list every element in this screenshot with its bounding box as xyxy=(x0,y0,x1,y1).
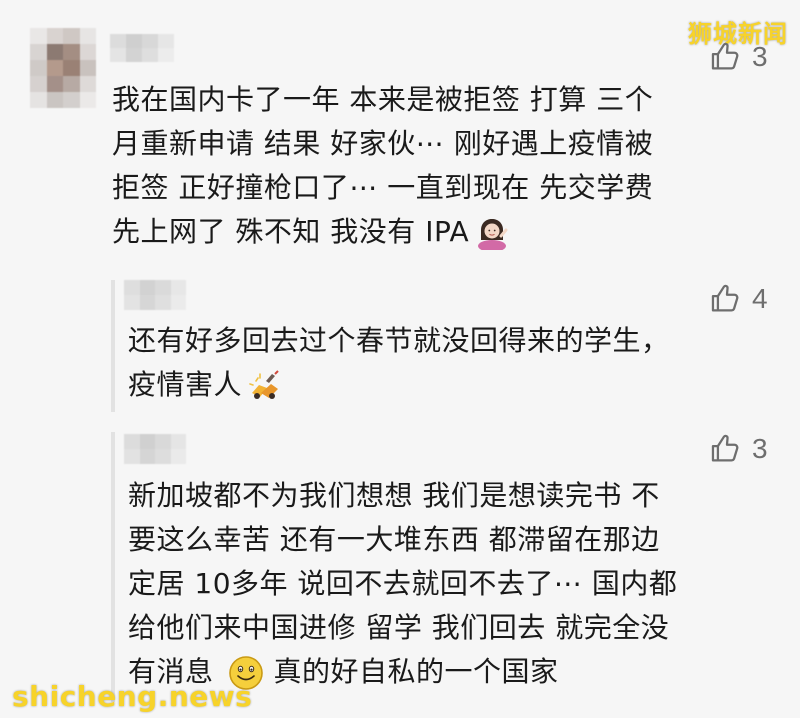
watermark-site: shicheng.news xyxy=(12,680,253,713)
reply-line: 给他们来中国进修 留学 我们回去 就完全没 xyxy=(128,611,670,644)
reply-indent-bar xyxy=(111,280,115,412)
bomb-emoji xyxy=(248,369,282,403)
like-count: 3 xyxy=(752,41,768,72)
like-count: 4 xyxy=(752,283,768,314)
reply-line: 新加坡都不为我们想想 我们是想读完书 不 xyxy=(128,479,660,512)
comment-line: 拒签 正好撞枪口了⋯ 一直到现在 先交学费 xyxy=(112,171,654,204)
reply-line: 还有好多回去过个春节就没回得来的学生， xyxy=(128,324,670,357)
like-button[interactable]: 4 xyxy=(708,282,768,316)
reply-text: 新加坡都不为我们想想 我们是想读完书 不 要这么幸苦 还有一大堆东西 都滞留在那… xyxy=(128,474,798,694)
reply-line: 定居 10多年 说回不去就回不去了⋯ 国内都 xyxy=(128,567,678,600)
reply-line-last: 疫情害人 xyxy=(128,363,798,407)
reply-author-name-blurred[interactable] xyxy=(124,434,186,464)
comment-text: 我在国内卡了一年 本来是被拒签 打算 三个 月重新申请 结果 好家伙⋯ 刚好遇上… xyxy=(112,78,782,254)
comment-line: 月重新申请 结果 好家伙⋯ 刚好遇上疫情被 xyxy=(112,127,654,160)
thumbs-up-icon xyxy=(711,434,739,462)
avatar[interactable] xyxy=(30,28,96,108)
comment-line: 我在国内卡了一年 本来是被拒签 打算 三个 xyxy=(112,83,654,116)
person-shrugging-emoji xyxy=(475,216,509,250)
reply-text: 还有好多回去过个春节就没回得来的学生， 疫情害人 xyxy=(128,319,798,407)
like-button[interactable]: 3 xyxy=(708,40,768,74)
thumbs-up-icon xyxy=(711,42,739,70)
reply-indent-bar xyxy=(111,432,115,702)
author-name-blurred[interactable] xyxy=(110,34,174,62)
comment-line-last: 先上网了 殊不知 我没有 IPA xyxy=(112,210,782,254)
reply-line: 要这么幸苦 还有一大堆东西 都滞留在那边 xyxy=(128,523,660,556)
thumbs-up-icon xyxy=(711,284,739,312)
reply-author-name-blurred[interactable] xyxy=(124,280,186,310)
like-button[interactable]: 3 xyxy=(708,432,768,466)
like-count: 3 xyxy=(752,433,768,464)
